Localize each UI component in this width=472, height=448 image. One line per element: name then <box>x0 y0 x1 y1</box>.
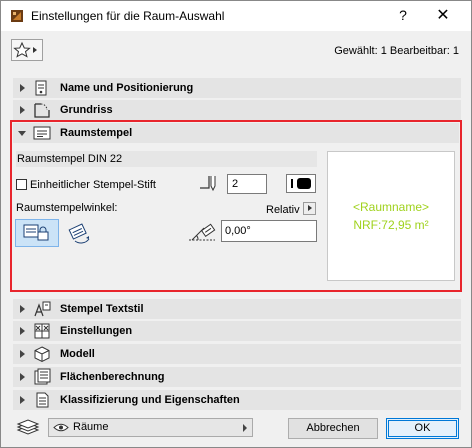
expand-arrow-icon <box>20 305 25 313</box>
expand-arrow-icon <box>20 396 25 404</box>
app-icon <box>11 10 23 22</box>
panel-label: Name und Positionierung <box>60 82 194 94</box>
area-calculation-icon <box>34 368 51 385</box>
horizontal-stamp-icon <box>23 224 49 241</box>
rotate-with-plan-button[interactable] <box>65 219 99 247</box>
relative-label: Relativ <box>266 204 300 216</box>
preview-room-name: <Raumname> <box>352 200 430 214</box>
name-position-icon <box>35 80 47 96</box>
text-style-icon <box>34 301 51 317</box>
panel-model[interactable]: Modell <box>13 344 461 364</box>
ok-button[interactable]: OK <box>386 418 459 439</box>
chevron-right-icon <box>243 424 247 432</box>
fixed-rotation-button[interactable] <box>15 219 59 247</box>
settings-icon <box>34 323 50 339</box>
eye-icon <box>53 423 69 432</box>
model-cube-icon <box>34 346 50 363</box>
preview-area: NRF:72,95 m² <box>353 218 429 232</box>
selection-info: Gewählt: 1 Bearbeitbar: 1 <box>334 45 459 57</box>
panel-zone-stamp[interactable]: Raumstempel <box>13 123 459 143</box>
pen-number-field[interactable]: 2 <box>227 174 267 194</box>
favorites-button[interactable] <box>11 39 43 61</box>
uniform-pen-label: Einheitlicher Stempel-Stift <box>30 179 156 191</box>
star-icon <box>13 41 37 58</box>
expand-arrow-icon <box>20 84 25 92</box>
panel-floor-plan[interactable]: Grundriss <box>13 100 461 120</box>
close-button[interactable]: ✕ <box>433 6 453 26</box>
layers-icon <box>16 419 40 435</box>
uniform-pen-checkbox[interactable] <box>16 179 27 190</box>
panel-label: Stempel Textstil <box>60 303 144 315</box>
pen-color-swatch[interactable] <box>286 174 316 193</box>
angle-field[interactable]: 0,00° <box>221 220 317 242</box>
layer-dropdown[interactable]: Räume <box>48 418 253 437</box>
window-title: Einstellungen für die Raum-Auswahl <box>31 9 225 23</box>
expand-arrow-icon <box>20 327 25 335</box>
floor-plan-icon <box>34 103 50 118</box>
collapse-arrow-icon <box>18 131 26 136</box>
panel-area-calculation[interactable]: Flächenberechnung <box>13 367 461 387</box>
zone-stamp-icon <box>33 126 51 140</box>
rotated-stamp-icon <box>68 223 90 244</box>
swatch-color <box>297 178 311 189</box>
angle-label: Raumstempelwinkel: <box>16 202 118 214</box>
expand-arrow-icon <box>20 350 25 358</box>
stamp-preview: <Raumname> NRF:72,95 m² <box>327 151 455 281</box>
panel-label: Flächenberechnung <box>60 371 165 383</box>
pen-icon <box>200 176 216 192</box>
panel-stamp-text-style[interactable]: Stempel Textstil <box>13 299 461 319</box>
panel-label: Grundriss <box>60 104 113 116</box>
angle-icon <box>189 223 216 241</box>
panel-label: Modell <box>60 348 95 360</box>
stamp-name-selector[interactable]: Raumstempel DIN 22 <box>16 151 317 167</box>
cancel-button[interactable]: Abbrechen <box>288 418 378 439</box>
panel-label: Klassifizierung und Eigenschaften <box>60 394 240 406</box>
settings-dialog: Einstellungen für die Raum-Auswahl ? ✕ G… <box>0 0 472 448</box>
swatch-bar <box>291 179 293 188</box>
classification-icon <box>36 392 49 408</box>
expand-arrow-icon <box>20 106 25 114</box>
panel-label: Einstellungen <box>60 325 133 337</box>
layer-name: Räume <box>73 421 109 433</box>
panel-name-positioning[interactable]: Name und Positionierung <box>13 78 461 98</box>
panel-classification[interactable]: Klassifizierung und Eigenschaften <box>13 390 461 410</box>
panel-settings[interactable]: Einstellungen <box>13 321 461 341</box>
expand-arrow-icon <box>20 373 25 381</box>
relative-menu-button[interactable] <box>303 202 316 215</box>
title-bar: Einstellungen für die Raum-Auswahl ? ✕ <box>1 1 471 31</box>
help-button[interactable]: ? <box>395 6 411 24</box>
panel-label: Raumstempel <box>60 127 133 139</box>
